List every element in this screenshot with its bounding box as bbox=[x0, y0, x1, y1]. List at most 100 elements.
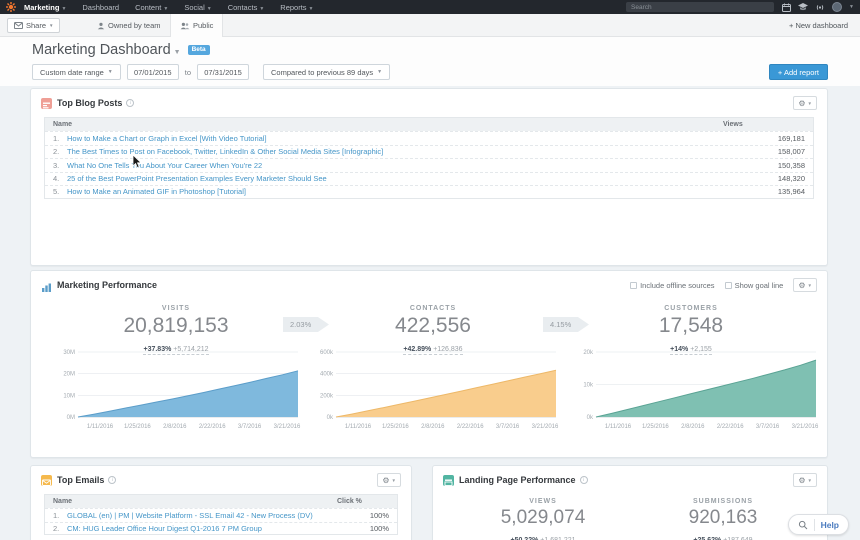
search-input[interactable] bbox=[626, 2, 774, 12]
account-chevron-down-icon[interactable]: ▼ bbox=[849, 4, 854, 10]
chevron-down-icon: ▼ bbox=[808, 283, 812, 288]
metric-value: 920,163 bbox=[633, 507, 813, 529]
chevron-down-icon: ▼ bbox=[108, 69, 113, 75]
card-settings-button[interactable]: ⚙▼ bbox=[793, 278, 817, 292]
svg-text:200k: 200k bbox=[320, 393, 334, 399]
row-link[interactable]: GLOBAL (en) | PM | Website Platform - SS… bbox=[67, 511, 313, 520]
customers-area-chart: 0k10k20k1/11/20161/25/20162/8/20162/22/2… bbox=[571, 347, 821, 433]
row-name-cell: 1.How to Make a Chart or Graph in Excel … bbox=[45, 134, 723, 143]
search-help-icon bbox=[798, 520, 808, 530]
svg-text:3/7/2016: 3/7/2016 bbox=[238, 424, 262, 430]
divider bbox=[814, 519, 815, 531]
help-label: Help bbox=[821, 520, 839, 530]
conversion-rate: 4.15% bbox=[550, 320, 571, 329]
gear-icon: ⚙ bbox=[798, 99, 805, 108]
row-value: 150,358 bbox=[723, 161, 813, 170]
row-rank: 2. bbox=[53, 147, 67, 156]
broadcast-icon[interactable] bbox=[815, 2, 825, 12]
add-report-button[interactable]: + Add report bbox=[769, 64, 828, 80]
nav-item-content[interactable]: Content▼ bbox=[135, 3, 168, 12]
calendar-icon[interactable] bbox=[781, 2, 791, 12]
metric-value: 20,819,153 bbox=[66, 314, 286, 338]
include-offline-checkbox[interactable]: Include offline sources bbox=[630, 281, 715, 290]
row-value: 158,007 bbox=[723, 147, 813, 156]
nav-item-label: Content bbox=[135, 3, 161, 12]
nav-item-reports[interactable]: Reports▼ bbox=[280, 3, 313, 12]
column-header-views[interactable]: Views bbox=[723, 121, 813, 128]
row-rank: 3. bbox=[53, 161, 67, 170]
row-link[interactable]: The Best Times to Post on Facebook, Twit… bbox=[67, 147, 383, 156]
date-to-input[interactable] bbox=[197, 64, 249, 80]
page-title: Marketing Dashboard▼Beta bbox=[32, 42, 210, 58]
top-emails-card: Top Emails i ⚙▼ Name Click % 1.GLOBAL (e… bbox=[30, 465, 412, 540]
checkbox-label: Include offline sources bbox=[640, 281, 715, 290]
person-icon bbox=[97, 22, 105, 30]
card-settings-button[interactable]: ⚙▼ bbox=[377, 473, 401, 487]
metric-value: 17,548 bbox=[581, 314, 801, 338]
column-header-name[interactable]: Name bbox=[45, 121, 723, 128]
column-header-click[interactable]: Click % bbox=[337, 498, 397, 505]
row-link[interactable]: How to Make an Animated GIF in Photoshop… bbox=[67, 187, 246, 196]
envelope-icon bbox=[14, 22, 23, 29]
table-body: 1.How to Make a Chart or Graph in Excel … bbox=[45, 131, 813, 199]
compare-select[interactable]: Compared to previous 89 days▼ bbox=[263, 64, 390, 80]
tab-owned-by-team[interactable]: Owned by team bbox=[88, 14, 170, 37]
chevron-down-icon: ▼ bbox=[259, 6, 264, 12]
show-goal-line-checkbox[interactable]: Show goal line bbox=[725, 281, 784, 290]
row-name-cell: 2.The Best Times to Post on Facebook, Tw… bbox=[45, 147, 723, 156]
share-button[interactable]: Share ▼ bbox=[7, 18, 60, 33]
hubspot-logo-icon[interactable] bbox=[6, 2, 16, 12]
title-chevron-down-icon[interactable]: ▼ bbox=[174, 49, 181, 56]
row-link[interactable]: How to Make a Chart or Graph in Excel [W… bbox=[67, 134, 267, 143]
card-title: Marketing Performance bbox=[57, 280, 157, 290]
metric-submissions: SUBMISSIONS 920,163 +25.62% +187,649 bbox=[633, 498, 813, 540]
nav-item-contacts[interactable]: Contacts▼ bbox=[228, 3, 265, 12]
tab-label: Public bbox=[193, 21, 213, 30]
column-header-name[interactable]: Name bbox=[45, 498, 337, 505]
avatar[interactable] bbox=[832, 2, 842, 12]
card-settings-button[interactable]: ⚙▼ bbox=[793, 473, 817, 487]
row-value: 100% bbox=[337, 524, 397, 533]
row-link[interactable]: What No One Tells You About Your Career … bbox=[67, 161, 262, 170]
chevron-down-icon: ▼ bbox=[309, 6, 314, 12]
table-row: 4.25 of the Best PowerPoint Presentation… bbox=[45, 172, 813, 186]
table-header: Name Views bbox=[45, 118, 813, 131]
tab-public[interactable]: Public bbox=[170, 14, 223, 37]
row-value: 100% bbox=[337, 511, 397, 520]
row-link[interactable]: 25 of the Best PowerPoint Presentation E… bbox=[67, 174, 327, 183]
nav-item-marketing[interactable]: Marketing▼ bbox=[24, 3, 66, 12]
row-rank: 4. bbox=[53, 174, 67, 183]
svg-text:3/21/2016: 3/21/2016 bbox=[532, 424, 559, 430]
blog-posts-table: Name Views 1.How to Make a Chart or Grap… bbox=[44, 117, 814, 199]
tab-label: Owned by team bbox=[108, 21, 161, 30]
row-value: 148,320 bbox=[723, 174, 813, 183]
table-row: 2.The Best Times to Post on Facebook, Tw… bbox=[45, 145, 813, 159]
chevron-down-icon: ▼ bbox=[49, 23, 53, 28]
landing-page-performance-card: Landing Page Performance i ⚙▼ VIEWS 5,02… bbox=[432, 465, 828, 540]
nav-item-social[interactable]: Social▼ bbox=[184, 3, 211, 12]
date-from-input[interactable] bbox=[127, 64, 179, 80]
info-icon[interactable]: i bbox=[580, 476, 588, 484]
card-header: Marketing Performance Include offline so… bbox=[31, 271, 827, 297]
svg-text:2/22/2016: 2/22/2016 bbox=[457, 424, 484, 430]
gear-icon: ⚙ bbox=[798, 281, 805, 290]
card-title: Landing Page Performance bbox=[459, 475, 576, 485]
info-icon[interactable]: i bbox=[108, 476, 116, 484]
area-series bbox=[78, 371, 298, 417]
new-dashboard-button[interactable]: + New dashboard bbox=[789, 21, 848, 30]
info-icon[interactable]: i bbox=[126, 99, 134, 107]
landing-page-icon bbox=[443, 475, 454, 486]
row-name-cell: 1.GLOBAL (en) | PM | Website Platform - … bbox=[45, 511, 337, 520]
card-settings-button[interactable]: ⚙▼ bbox=[793, 96, 817, 110]
academy-icon[interactable] bbox=[798, 2, 808, 12]
row-link[interactable]: CM: HUG Leader Office Hour Digest Q1-201… bbox=[67, 524, 262, 533]
table-row: 3.What No One Tells You About Your Caree… bbox=[45, 158, 813, 172]
blog-icon bbox=[41, 98, 52, 109]
nav-item-dashboard[interactable]: Dashboard bbox=[82, 3, 119, 12]
help-widget[interactable]: Help bbox=[788, 514, 849, 535]
nav-item-label: Contacts bbox=[228, 3, 258, 12]
date-range-select[interactable]: Custom date range▼ bbox=[32, 64, 121, 80]
svg-text:10k: 10k bbox=[583, 383, 594, 389]
people-icon bbox=[180, 22, 190, 30]
svg-text:2/8/2016: 2/8/2016 bbox=[681, 424, 705, 430]
